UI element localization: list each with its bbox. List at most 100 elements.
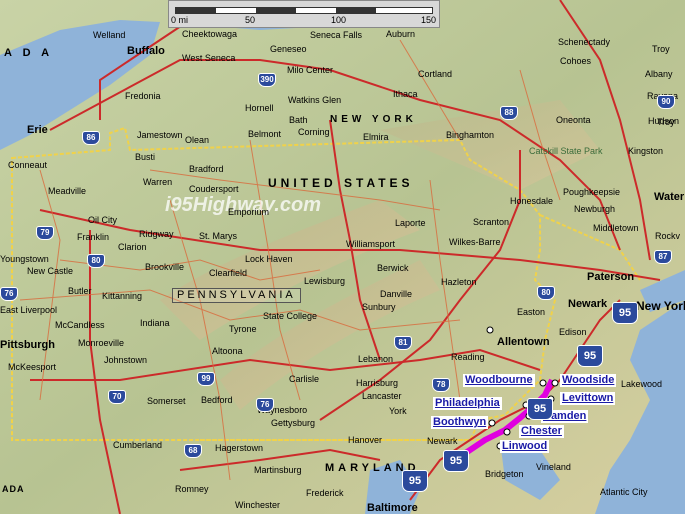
place-label: West Seneca: [182, 53, 236, 63]
place-label: Youngstown: [0, 254, 49, 264]
place-label: Gettysburg: [271, 418, 316, 428]
interstate-shield[interactable]: 86: [82, 131, 100, 145]
route-city-linwood[interactable]: Linwood: [500, 440, 550, 453]
place-label: Wilkes-Barre: [449, 237, 501, 247]
scale-tick: 150: [421, 15, 437, 25]
place-label: Martinsburg: [254, 465, 302, 475]
interstate-shield[interactable]: 95: [402, 470, 428, 492]
city-label[interactable]: Buffalo: [127, 46, 165, 57]
region-label-usa: UNITED STATES: [268, 176, 414, 190]
interstate-shield[interactable]: 99: [197, 372, 215, 386]
place-label: Bath: [289, 115, 308, 125]
city-label[interactable]: Allentown: [497, 337, 550, 348]
place-label: Geneseo: [270, 44, 307, 54]
scale-tick: 0 mi: [171, 15, 189, 25]
place-label: Cortland: [418, 69, 453, 79]
place-label: Poughkeepsie: [563, 187, 621, 197]
place-label: Clearfield: [209, 268, 248, 278]
place-label: York: [389, 406, 407, 416]
scale-tick: 100: [331, 15, 347, 25]
place-label: Auburn: [386, 29, 416, 39]
place-label: Sunbury: [362, 302, 396, 312]
city-label[interactable]: New York: [636, 300, 685, 312]
place-label: Carlisle: [289, 374, 320, 384]
place-label: Milo Center: [287, 65, 334, 75]
route-city-boothwyn[interactable]: Boothwyn: [431, 416, 489, 429]
interstate-shield[interactable]: 79: [36, 226, 54, 240]
interstate-shield[interactable]: 88: [500, 106, 518, 120]
city-label[interactable]: Pittsburgh: [0, 340, 55, 351]
place-label: Ithaca: [393, 89, 418, 99]
scale-segment: [176, 8, 216, 13]
place-label: Johnstown: [104, 355, 148, 365]
interstate-shield[interactable]: 87: [654, 250, 672, 264]
place-label: Catskill State Park: [529, 146, 603, 156]
map-viewport[interactable]: 0 mi 50 100 150 UNITED STATES PENNSYLVAN…: [0, 0, 685, 514]
route-city-woodside[interactable]: Woodside: [560, 374, 617, 387]
interstate-shield[interactable]: 95: [527, 398, 553, 420]
place-label: Albany: [645, 69, 673, 79]
place-label: Danville: [380, 289, 413, 299]
scale-segment: [336, 8, 376, 13]
region-label-canada-2: ADA: [2, 484, 25, 494]
place-label: Belmont: [248, 129, 282, 139]
city-label[interactable]: Erie: [27, 125, 48, 136]
scale-segment: [256, 8, 296, 13]
place-label: Troy: [652, 44, 670, 54]
place-label: Bradford: [189, 164, 224, 174]
place-label: Butler: [68, 286, 92, 296]
place-label: Oil City: [88, 215, 117, 225]
interstate-shield[interactable]: 95: [577, 345, 603, 367]
route-city-philadelphia[interactable]: Philadelphia: [433, 397, 502, 410]
route-city-levittown[interactable]: Levittown: [560, 392, 616, 405]
route-city-chester[interactable]: Chester: [519, 425, 564, 438]
place-label: Busti: [135, 152, 156, 162]
interstate-shield[interactable]: 70: [108, 390, 126, 404]
interstate-shield[interactable]: 68: [184, 444, 202, 458]
place-label: Scranton: [473, 217, 510, 227]
interstate-shield[interactable]: 95: [612, 302, 638, 324]
place-label: Easton: [517, 307, 546, 317]
city-label[interactable]: Baltimore: [367, 503, 418, 514]
scale-tick: 50: [245, 15, 256, 25]
place-label: Bridgeton: [485, 469, 524, 479]
place-label: Conneaut: [8, 160, 48, 170]
place-label: Hagerstown: [215, 443, 264, 453]
place-label: Hanover: [348, 435, 383, 445]
place-label: Indiana: [140, 318, 170, 328]
city-label[interactable]: Paterson: [587, 272, 634, 283]
interstate-shield[interactable]: 76: [0, 287, 18, 301]
place-label: Berwick: [377, 263, 409, 273]
place-label: Franklin: [77, 232, 110, 242]
place-label: Warren: [143, 177, 173, 187]
place-label: Altoona: [212, 346, 243, 356]
place-label: Newburgh: [574, 204, 616, 214]
place-label: New Castle: [27, 266, 74, 276]
place-label: Bedford: [201, 395, 233, 405]
scale-bar: 0 mi 50 100 150: [168, 0, 440, 28]
place-label: Lock Haven: [245, 254, 293, 264]
place-label: Reading: [451, 352, 485, 362]
place-label: Brookville: [145, 262, 185, 272]
interstate-shield[interactable]: 390: [258, 73, 276, 87]
interstate-shield[interactable]: 90: [657, 95, 675, 109]
interstate-shield[interactable]: 95: [443, 450, 469, 472]
place-label: Hornell: [245, 103, 274, 113]
place-label: Monroeville: [78, 338, 125, 348]
place-label: Water: [654, 191, 685, 203]
interstate-shield[interactable]: 78: [432, 378, 450, 392]
route-city-woodbourne[interactable]: Woodbourne: [463, 374, 535, 387]
place-label: Lancaster: [362, 391, 402, 401]
interstate-shield[interactable]: 80: [537, 286, 555, 300]
place-label: Welland: [93, 30, 126, 40]
place-label: Honesdale: [510, 196, 554, 206]
interstate-shield[interactable]: 80: [87, 254, 105, 268]
city-label[interactable]: Newark: [568, 299, 607, 310]
interstate-shield[interactable]: 81: [394, 336, 412, 350]
place-label: Clarion: [118, 242, 147, 252]
place-label: East Liverpool: [0, 305, 58, 315]
place-label: Lewisburg: [304, 276, 346, 286]
place-label: Somerset: [147, 396, 186, 406]
interstate-shield[interactable]: 76: [256, 398, 274, 412]
place-label: Frederick: [306, 488, 344, 498]
